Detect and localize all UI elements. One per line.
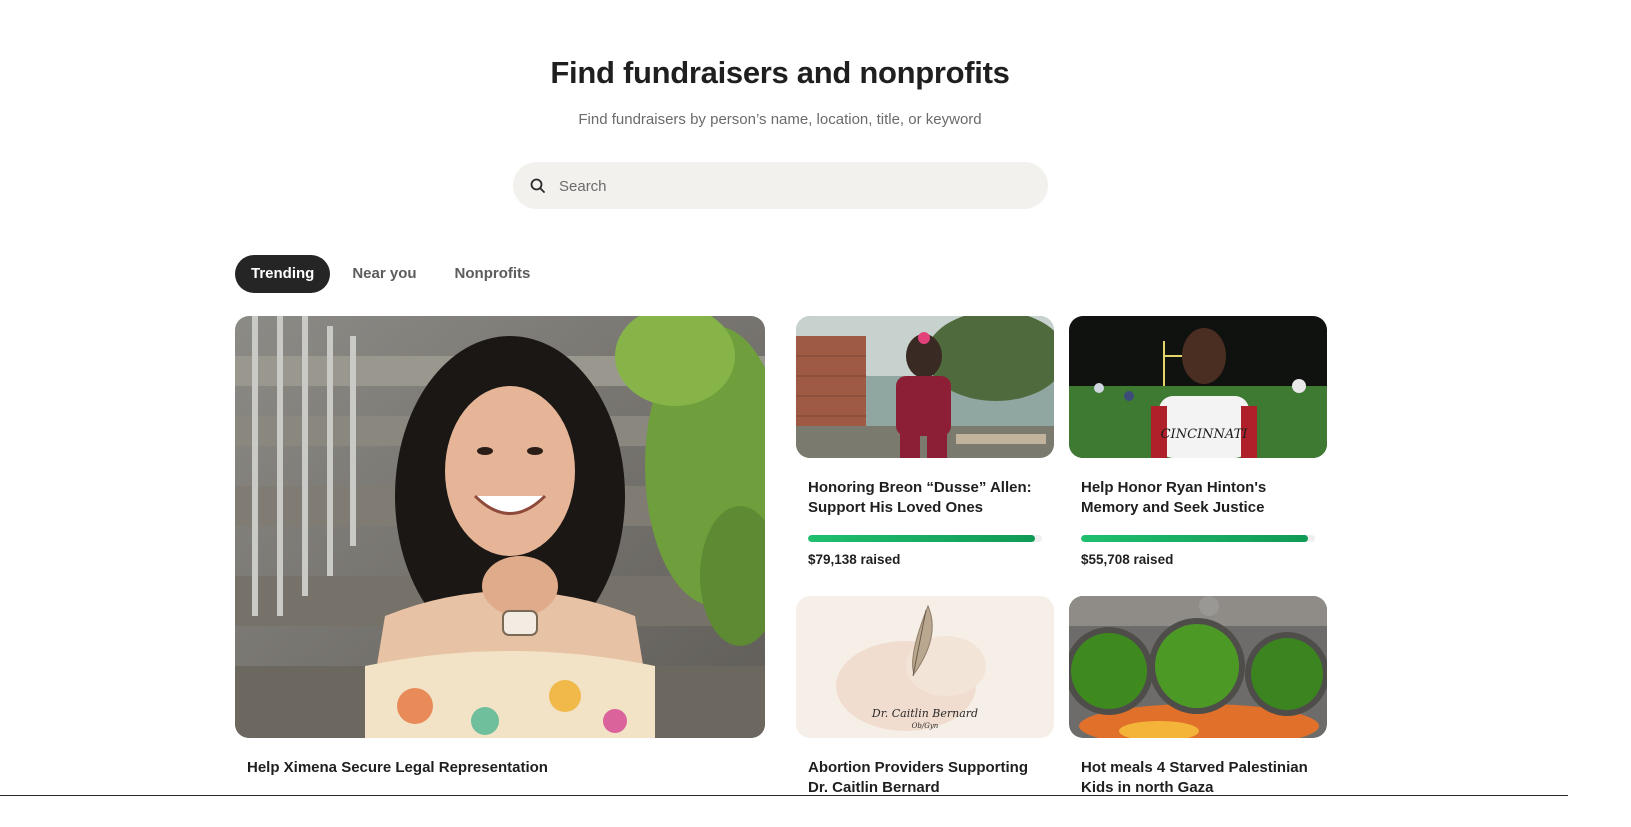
- fundraiser-image[interactable]: [1069, 596, 1327, 738]
- tab-nonprofits[interactable]: Nonprofits: [439, 255, 547, 293]
- search-input[interactable]: [557, 162, 1031, 211]
- search-icon: [529, 177, 547, 195]
- fundraiser-title[interactable]: Honoring Breon “Dusse” Allen: Support Hi…: [808, 478, 1043, 518]
- fundraiser-image[interactable]: CINCINNATI: [1069, 316, 1327, 458]
- fundraiser-image[interactable]: Dr. Caitlin Bernard Ob/Gyn: [796, 596, 1054, 738]
- page-subtitle: Find fundraisers by person’s name, locat…: [578, 111, 982, 128]
- amount-raised: $55,708 raised: [1081, 552, 1174, 567]
- fundraiser-card-featured[interactable]: Help Ximena Secure Legal Representation: [235, 316, 765, 786]
- progress-fill: [1081, 535, 1308, 542]
- search-bar[interactable]: [513, 162, 1048, 211]
- fundraiser-title[interactable]: Hot meals 4 Starved Palestinian Kids in …: [1081, 758, 1316, 798]
- category-tabs: Trending Near you Nonprofits: [235, 255, 552, 293]
- page-title: Find fundraisers and nonprofits: [550, 55, 1010, 90]
- tab-near-you[interactable]: Near you: [336, 255, 432, 293]
- progress-fill: [808, 535, 1035, 542]
- amount-raised: $79,138 raised: [808, 552, 901, 567]
- page: Find fundraisers and nonprofits Find fun…: [0, 0, 1631, 827]
- fundraiser-title[interactable]: Help Ximena Secure Legal Representation: [247, 758, 747, 778]
- fundraiser-image[interactable]: [235, 316, 765, 738]
- image-caption-name: Dr. Caitlin Bernard: [871, 707, 979, 720]
- svg-text:CINCINNATI: CINCINNATI: [1161, 427, 1249, 442]
- fundraiser-title[interactable]: Abortion Providers Supporting Dr. Caitli…: [808, 758, 1043, 798]
- fundraiser-card[interactable]: CINCINNATI Help Honor Ryan Hinton's Memo…: [1069, 316, 1327, 576]
- fundraiser-card[interactable]: Hot meals 4 Starved Palestinian Kids in …: [1069, 596, 1327, 796]
- image-caption-role: Ob/Gyn: [911, 722, 939, 730]
- fundraiser-title[interactable]: Help Honor Ryan Hinton's Memory and Seek…: [1081, 478, 1316, 518]
- tab-trending[interactable]: Trending: [235, 255, 331, 293]
- fundraiser-image[interactable]: [796, 316, 1054, 458]
- progress-bar: [808, 535, 1042, 542]
- divider: [0, 795, 1568, 796]
- progress-bar: [1081, 535, 1315, 542]
- fundraiser-card[interactable]: Honoring Breon “Dusse” Allen: Support Hi…: [796, 316, 1054, 576]
- fundraiser-card[interactable]: Dr. Caitlin Bernard Ob/Gyn Abortion Prov…: [796, 596, 1054, 796]
